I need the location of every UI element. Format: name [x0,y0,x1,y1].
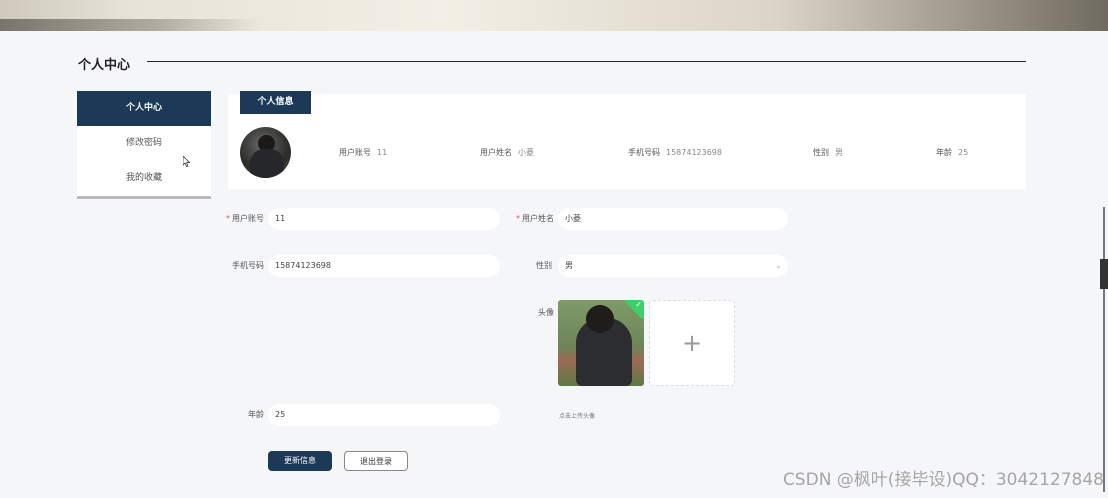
info-age-label: 年龄 [936,148,952,157]
info-phone-label: 手机号码 [628,148,660,157]
required-mark: * [516,214,520,223]
age-label: 年龄 [248,410,264,419]
avatar-upload-button[interactable]: + [649,300,735,386]
info-name-value: 小菱 [518,148,534,157]
name-input[interactable]: 小菱 [558,208,788,230]
sidebar: 个人中心 修改密码 我的收藏 [77,91,211,199]
avatar-body-shape [250,149,284,178]
page-scrollbar-handle[interactable] [1100,259,1108,289]
avatar-upload-preview[interactable]: ✓ [558,300,644,386]
avatar-upload-hint: 点击上传头像 [559,413,596,420]
chevron-down-icon: ⌄ [775,261,782,270]
name-label-text: 用户姓名 [522,214,554,223]
sidebar-item-profile[interactable]: 个人中心 [77,91,211,126]
page-scrollbar-track [1103,207,1105,492]
csdn-watermark: CSDN @枫叶(接毕设)QQ：3042127848 [782,470,1104,490]
name-label: * 用户姓名 [510,213,554,224]
avatar-label: 头像 [538,308,554,317]
info-phone: 手机号码 15874123698 [628,147,722,158]
update-info-button[interactable]: 更新信息 [268,451,332,471]
phone-label: 手机号码 [232,261,264,270]
header-banner [0,0,1108,31]
info-age-value: 25 [958,148,969,157]
info-account-value: 11 [377,148,388,157]
title-divider [147,61,1026,62]
photo-person-head [586,305,614,333]
gender-label: 性别 [536,261,552,270]
info-account: 用户账号 11 [339,147,387,158]
gender-select-value: 男 [565,261,573,270]
info-name-label: 用户姓名 [480,148,512,157]
info-gender-label: 性别 [813,148,829,157]
info-name: 用户姓名 小菱 [480,147,534,158]
phone-input[interactable]: 15874123698 [268,255,500,277]
info-age: 年龄 25 [936,147,968,158]
page-title: 个人中心 [78,58,131,73]
account-label-text: 用户账号 [232,214,264,223]
profile-info-card [228,94,1026,189]
account-label: * 用户账号 [222,213,264,224]
info-phone-value: 15874123698 [666,148,722,157]
info-gender: 性别男 [813,147,843,158]
tab-profile-info[interactable]: 个人信息 [240,91,311,114]
sidebar-scrollbar [77,196,211,199]
mouse-cursor-icon [183,156,191,167]
logout-button[interactable]: 退出登录 [344,451,408,471]
avatar [240,127,291,178]
required-mark: * [226,214,230,223]
check-icon: ✓ [635,300,642,309]
info-gender-value: 男 [835,148,843,157]
account-input[interactable]: 11 [268,208,500,230]
info-account-label: 用户账号 [339,148,371,157]
gender-select[interactable]: 男 ⌄ [558,255,788,277]
age-input[interactable]: 25 [268,404,500,426]
